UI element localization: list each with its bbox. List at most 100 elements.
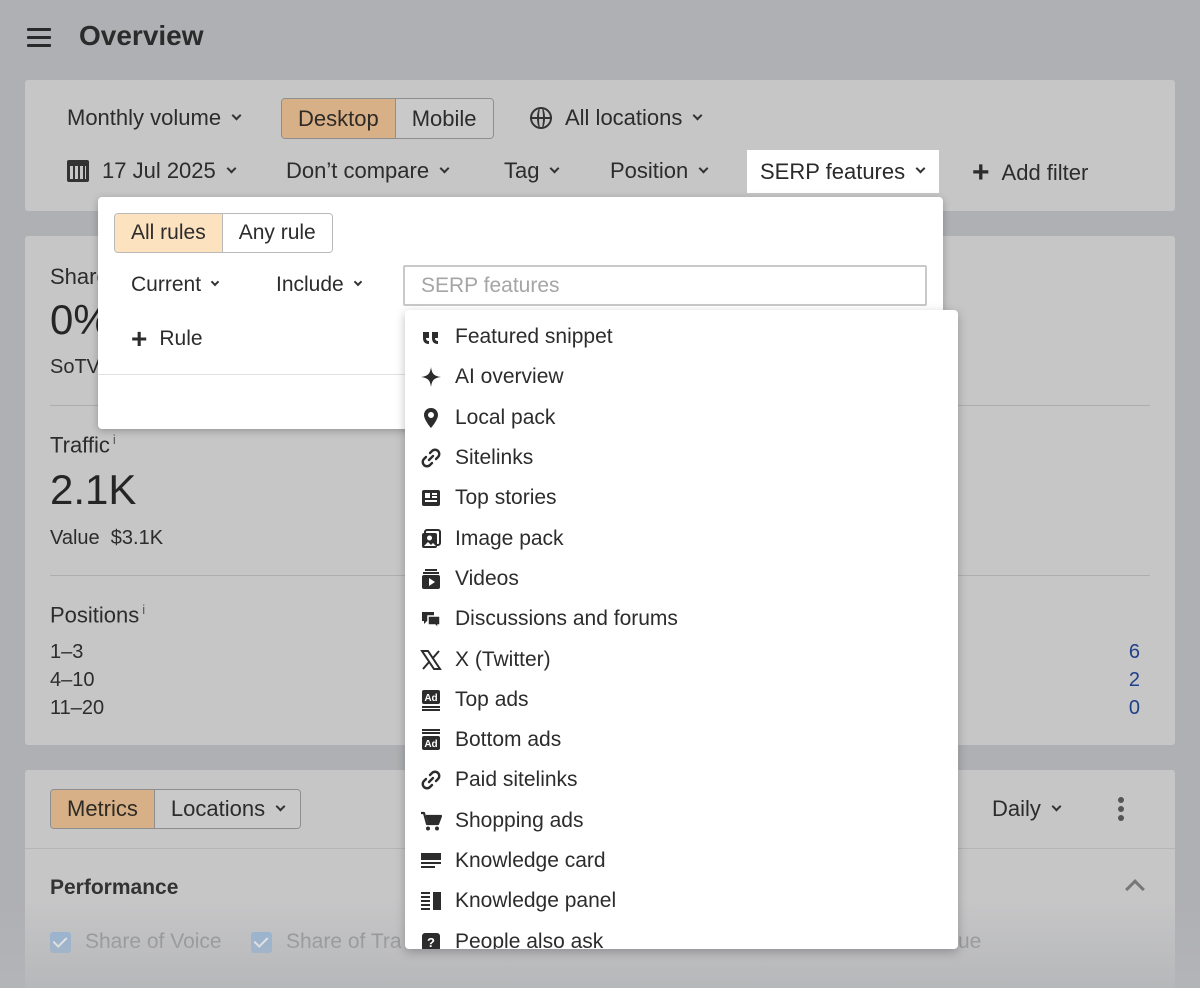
info-icon[interactable]: i: [142, 602, 145, 617]
checkbox-label: Share of Voice: [85, 930, 222, 953]
serp-option-videos[interactable]: Videos: [405, 559, 958, 599]
calendar-icon: [67, 160, 89, 182]
serp-features-input[interactable]: [403, 265, 927, 306]
globe-icon: [530, 107, 552, 129]
include-label: Include: [276, 273, 344, 296]
serp-option-paid-sitelinks[interactable]: Paid sitelinks: [405, 760, 958, 800]
scope-label: Current: [131, 273, 202, 296]
serp-option-knowledge-panel[interactable]: Knowledge panel: [405, 881, 958, 921]
traffic-label-text: Traffic: [50, 432, 110, 458]
option-label: Image pack: [455, 526, 564, 550]
position-count-link[interactable]: 6: [1110, 641, 1140, 664]
traffic-value: 2.1K: [50, 466, 137, 513]
all-rules-button[interactable]: All rules: [115, 214, 223, 252]
serp-option-top-stories[interactable]: Top stories: [405, 478, 958, 518]
sotv-label: SoTV: [50, 356, 101, 378]
serp-option-ai-overview[interactable]: AI overview: [405, 357, 958, 397]
tab-locations[interactable]: Locations: [154, 790, 301, 828]
add-rule-button[interactable]: + Rule: [131, 325, 203, 353]
option-label: AI overview: [455, 365, 564, 389]
interval-dropdown[interactable]: Daily: [992, 796, 1062, 822]
serp-option-featured-snippet[interactable]: Featured snippet: [405, 317, 958, 357]
checkbox-label: Share of Tra: [286, 930, 402, 953]
serp-option-sitelinks[interactable]: Sitelinks: [405, 438, 958, 478]
menu-icon[interactable]: [27, 28, 51, 47]
tab-locations-label: Locations: [170, 796, 266, 821]
volume-dropdown[interactable]: Monthly volume: [67, 105, 242, 131]
svg-text:Ad: Ad: [424, 739, 437, 750]
serp-option-image-pack[interactable]: Image pack: [405, 518, 958, 558]
chevron-down-icon: [698, 163, 709, 173]
option-label: Paid sitelinks: [455, 768, 578, 792]
link-icon: [421, 770, 441, 790]
svg-text:?: ?: [427, 935, 435, 949]
checkbox-icon: [251, 931, 272, 953]
serp-option-people-also-ask[interactable]: ? People also ask: [405, 921, 958, 949]
rule-mode-toggle: All rules Any rule: [114, 213, 333, 253]
chat-bubbles-icon: [422, 612, 441, 631]
serp-features-list: Featured snippet AI overview Local pack …: [405, 310, 958, 949]
option-label: Shopping ads: [455, 808, 584, 832]
serp-option-bottom-ads[interactable]: Ad Bottom ads: [405, 720, 958, 760]
video-icon: [422, 568, 440, 589]
date-picker[interactable]: 17 Jul 2025: [67, 158, 237, 184]
chevron-down-icon: [353, 277, 362, 287]
locations-dropdown[interactable]: All locations: [530, 105, 703, 131]
add-filter-label: Add filter: [1001, 160, 1089, 185]
cart-icon: [421, 811, 442, 831]
chevron-down-icon: [1051, 801, 1062, 811]
checkbox-share-of-voice[interactable]: Share of Voice: [50, 930, 222, 954]
device-toggle: Desktop Mobile: [281, 98, 494, 139]
traffic-value-row: Value $3.1K: [50, 527, 163, 550]
chevron-down-icon: [210, 277, 220, 287]
option-label: Knowledge card: [455, 849, 606, 872]
device-desktop-button[interactable]: Desktop: [282, 99, 396, 138]
tag-label: Tag: [504, 158, 540, 183]
tag-dropdown[interactable]: Tag: [504, 158, 560, 184]
info-icon[interactable]: i: [113, 432, 116, 447]
chevron-down-icon: [275, 801, 286, 811]
chevron-down-icon: [550, 163, 560, 173]
sparkle-icon: [421, 367, 441, 388]
tab-metrics[interactable]: Metrics: [51, 790, 155, 828]
checkbox-label: ue: [958, 930, 982, 953]
option-label: People also ask: [455, 929, 604, 949]
option-label: Top ads: [455, 687, 529, 711]
image-icon: [422, 528, 441, 548]
position-range: 11–20: [50, 697, 105, 719]
serp-option-local-pack[interactable]: Local pack: [405, 398, 958, 438]
knowledge-card-icon: [421, 853, 441, 868]
filter-panel: [25, 80, 1175, 211]
svg-text:Ad: Ad: [424, 693, 437, 704]
include-dropdown[interactable]: Include: [276, 273, 362, 297]
newspaper-icon: [422, 490, 440, 507]
serp-option-x-twitter[interactable]: X (Twitter): [405, 639, 958, 679]
checkbox-value[interactable]: ue: [958, 930, 981, 954]
x-twitter-icon: [420, 649, 442, 670]
serp-option-top-ads[interactable]: Ad Top ads: [405, 680, 958, 720]
position-count-link[interactable]: 0: [1110, 697, 1140, 720]
chevron-down-icon: [231, 110, 242, 120]
option-label: X (Twitter): [455, 647, 551, 671]
device-mobile-button[interactable]: Mobile: [395, 99, 493, 138]
scope-dropdown[interactable]: Current: [131, 273, 220, 297]
position-count-link[interactable]: 2: [1110, 669, 1140, 692]
knowledge-panel-icon: [421, 892, 441, 911]
compare-dropdown[interactable]: Don’t compare: [286, 158, 450, 184]
map-pin-icon: [424, 407, 438, 428]
serp-option-discussions-and-forums[interactable]: Discussions and forums: [405, 599, 958, 639]
chevron-down-icon: [915, 163, 926, 174]
option-label: Sitelinks: [455, 446, 534, 470]
serp-features-dropdown[interactable]: SERP features: [747, 150, 939, 193]
checkbox-share-of-traffic[interactable]: Share of Tra: [251, 930, 402, 954]
positions-label: Positions i: [50, 602, 145, 628]
add-filter-button[interactable]: + Add filter: [972, 158, 1088, 188]
more-options-icon[interactable]: [1118, 797, 1124, 821]
serp-option-knowledge-card[interactable]: Knowledge card: [405, 841, 958, 881]
any-rule-button[interactable]: Any rule: [222, 214, 332, 252]
locations-label: All locations: [565, 105, 683, 130]
position-dropdown[interactable]: Position: [610, 158, 709, 184]
checkbox-icon: [50, 931, 71, 953]
serp-option-shopping-ads[interactable]: Shopping ads: [405, 801, 958, 841]
quote-icon: [423, 332, 438, 345]
